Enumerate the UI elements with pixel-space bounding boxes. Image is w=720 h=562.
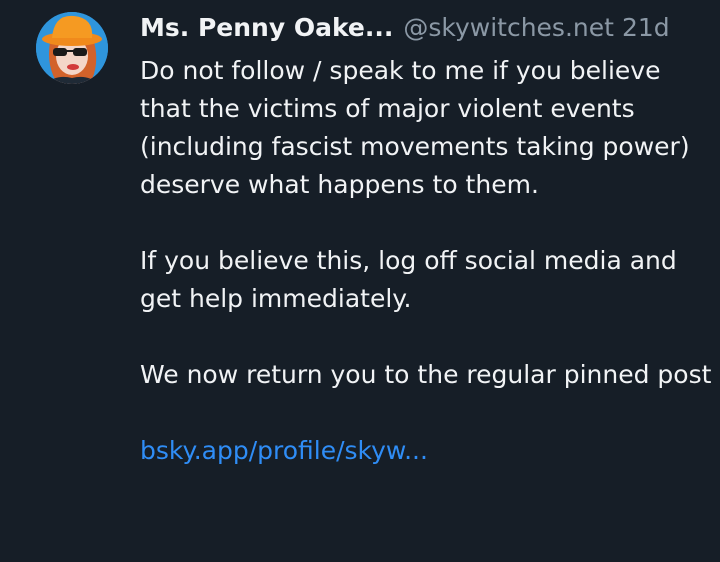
avatar-image bbox=[36, 12, 108, 84]
post-link[interactable]: bsky.app/profile/skyw... bbox=[140, 436, 428, 465]
author-handle[interactable]: @skywitches.net bbox=[403, 13, 614, 42]
post-paragraph: If you believe this, log off social medi… bbox=[140, 246, 677, 313]
post[interactable]: Ms. Penny Oake... @skywitches.net 21d Do n… bbox=[0, 0, 720, 562]
author-avatar[interactable] bbox=[36, 12, 108, 84]
post-body: Do not follow / speak to me if you belie… bbox=[140, 52, 712, 470]
post-age[interactable]: 21d bbox=[622, 13, 670, 42]
author-display-name[interactable]: Ms. Penny Oake... bbox=[140, 13, 393, 42]
post-header: Ms. Penny Oake... @skywitches.net 21d bbox=[140, 11, 712, 45]
post-paragraph: Do not follow / speak to me if you belie… bbox=[140, 56, 690, 199]
post-paragraph: We now return you to the regular pinned … bbox=[140, 360, 712, 389]
